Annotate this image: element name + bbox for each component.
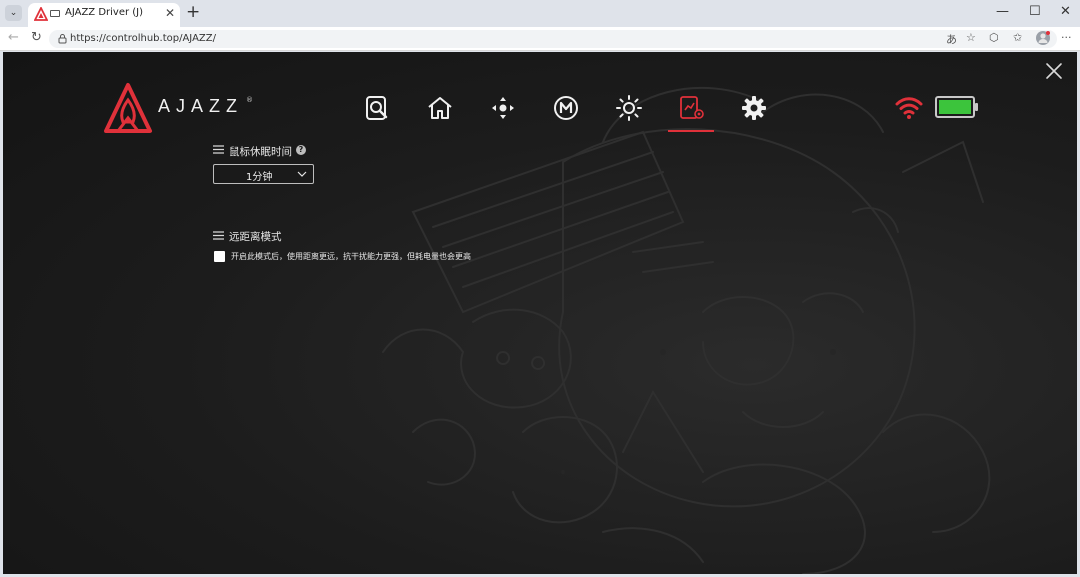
home-icon[interactable] <box>426 94 454 122</box>
sleep-time-title: 鼠标休眠时间 <box>229 146 292 158</box>
browser-tab[interactable]: AJAZZ Driver (J) ✕ <box>28 3 180 27</box>
new-tab-button[interactable]: + <box>186 2 200 22</box>
power-settings-icon[interactable] <box>678 94 706 122</box>
app-window: AJAZZ ® 鼠标休眠时间 ? 1分钟 远距离模式 开启此模式后，使用距离更远… <box>3 52 1077 574</box>
help-icon[interactable]: ? <box>296 145 306 155</box>
wifi-icon <box>895 97 923 119</box>
active-tab-indicator <box>668 130 714 132</box>
url-text[interactable]: https://controlhub.top/AJAZZ/ <box>70 33 216 44</box>
address-bar-row: ← ↻ https://controlhub.top/AJAZZ/ あ ☆ ⬡ … <box>0 27 1080 51</box>
browser-tab-strip: ⌄ AJAZZ Driver (J) ✕ + — ☐ ✕ <box>0 0 1080 27</box>
profile-icon[interactable] <box>1035 30 1051 46</box>
battery-icon <box>935 96 978 118</box>
lighting-icon[interactable] <box>615 94 643 122</box>
more-icon[interactable]: ··· <box>1061 31 1072 44</box>
brand-logo-text: AJAZZ <box>158 96 244 116</box>
maximize-button[interactable]: ☐ <box>1029 4 1041 19</box>
sleep-time-select[interactable]: 1分钟 <box>213 164 314 184</box>
close-icon[interactable] <box>1043 60 1065 82</box>
back-button[interactable]: ← <box>8 30 19 45</box>
list-icon <box>213 231 224 240</box>
favorites-icon[interactable]: ✩ <box>1013 31 1022 44</box>
long-range-checkbox[interactable] <box>214 251 225 262</box>
star-icon[interactable]: ☆ <box>966 31 976 44</box>
long-range-description: 开启此模式后，使用距离更远，抗干扰能力更强，但耗电量也会更高 <box>231 252 471 261</box>
macro-m-icon[interactable] <box>552 94 580 122</box>
ajazz-favicon-icon <box>34 7 48 21</box>
registered-mark: ® <box>246 96 253 104</box>
gear-icon[interactable] <box>740 94 768 122</box>
minimize-button[interactable]: — <box>996 4 1009 19</box>
extensions-icon[interactable]: ⬡ <box>989 31 999 44</box>
sleep-time-value: 1分钟 <box>246 172 273 183</box>
translate-icon[interactable]: あ <box>946 31 957 47</box>
chevron-down-icon <box>297 171 307 177</box>
long-range-title: 远距离模式 <box>229 231 282 243</box>
direction-pad-icon[interactable] <box>489 94 517 122</box>
background-illustration <box>382 86 991 574</box>
window-close-button[interactable]: ✕ <box>1060 4 1071 19</box>
reload-button[interactable]: ↻ <box>31 30 42 45</box>
tab-title: AJAZZ Driver (J) <box>65 7 144 18</box>
tab-list-button[interactable]: ⌄ <box>5 5 22 21</box>
search-doc-icon[interactable] <box>363 94 391 122</box>
list-icon <box>213 145 224 154</box>
ajazz-logo-icon <box>104 83 152 133</box>
site-info-icon[interactable] <box>56 32 69 45</box>
tab-close-button[interactable]: ✕ <box>165 6 175 20</box>
screencast-icon <box>50 10 60 17</box>
